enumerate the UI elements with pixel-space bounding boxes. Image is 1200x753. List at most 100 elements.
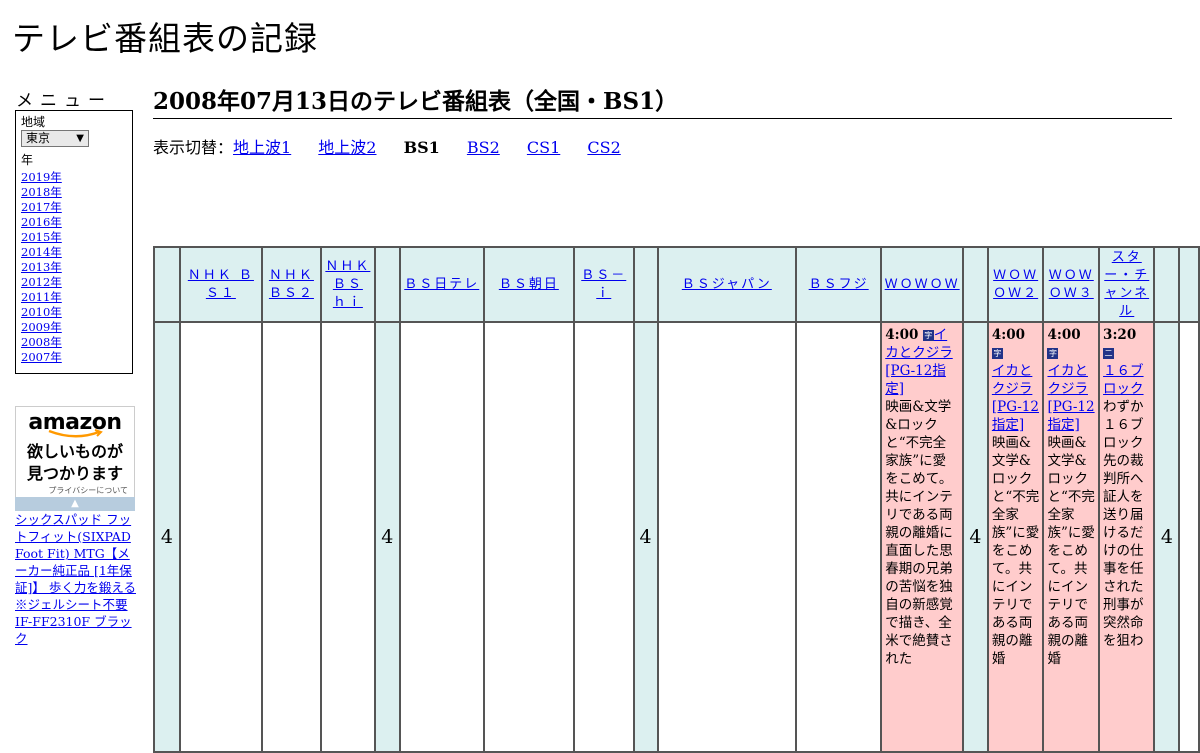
program-cell-wowow: 4:00 字イカとクジラ [PG-12指定] 映画&文学&ロックと“不完全家族”… [880,321,965,753]
menu-label: メニュー [16,91,112,111]
year-label: 年 [21,153,34,167]
channel-link-bs-japan[interactable]: ＢＳジャパン [682,277,772,292]
hour-cell: 4 [373,321,401,753]
year-link[interactable]: 2019年 [21,170,62,184]
hour-row: 4 4 4 4:00 字イカとクジラ [PG-12指定] 映画&文学&ロックと“… [153,321,1200,753]
program-description: 映画&文学&ロックと“不完全家族”に愛をこめて。共にインテリである両親の離婚 [991,435,1040,667]
program-time: 4:00 [991,327,1026,343]
channel-header: ＷＯＷＯＷ [880,246,965,323]
header-spacer [962,246,989,323]
program-cell-empty [398,321,485,753]
chevron-down-icon: ▼ [76,133,84,144]
channel-header: ＮＨＫ ＢＳ２ [260,246,322,323]
channel-link-nhk-bs1[interactable]: ＮＨＫ ＢＳ１ [188,268,254,301]
program-time: 4:00 [1047,327,1081,343]
year-link[interactable]: 2007年 [21,350,62,364]
channel-header: ＢＳ－ｉ [572,246,635,323]
channel-header: ＮＨＫ ＢＳ１ [178,246,263,323]
year-list: 2019年 2018年 2017年 2016年 2015年 2014年 2013… [21,170,127,365]
year-link[interactable]: 2018年 [21,185,62,199]
channel-link-wowow2[interactable]: ＷＯＷＯＷ２ [993,268,1038,301]
hour-cell: 4 [962,321,989,753]
hour-cell: 4 [153,321,181,753]
switch-link-bs2[interactable]: BS2 [467,138,500,157]
program-description: 映画&文学&ロックと“不完全家族”に愛をこめて。共にインテリである両親の離婚 [1047,435,1095,667]
program-cell-wowow3: 4:00 字 イカとクジラ [PG-12指定] 映画&文学&ロックと“不完全家族… [1042,321,1101,753]
bilingual-icon: 二 [1103,348,1115,359]
header-spacer [373,246,401,323]
channel-link-bs-i[interactable]: ＢＳ－ｉ [581,268,626,301]
program-description: わずか１６ブロック先の裁判所へ証人を送り届けるだけの仕事を任された刑事が突然命を… [1103,399,1144,649]
program-cell-wowow2: 4:00 字 イカとクジラ [PG-12指定] 映画&文学&ロックと“不完全家族… [986,321,1045,753]
ad-tagline-2: 見つかります [26,464,123,483]
subtitle-icon: 字 [991,348,1003,359]
year-link[interactable]: 2016年 [21,215,62,229]
program-cell-star-channel: 3:20 二 １６ブロック わずか１６ブロック先の裁判所へ証人を送り届けるだけの… [1098,321,1156,753]
subtitle-icon: 字 [1047,348,1059,359]
channel-link-nhk-bshi[interactable]: ＮＨＫ ＢＳ ｈｉ [325,259,370,310]
site-title: テレビ番組表の記録 [12,19,318,58]
channel-header: ＢＳ朝日 [482,246,575,323]
switch-link-terrestrial1[interactable]: 地上波1 [233,138,291,157]
year-link[interactable]: 2013年 [21,260,62,274]
amazon-logo: amazon [28,410,122,435]
channel-header: ＷＯＷＯＷ２ [986,246,1045,323]
header-spacer [153,246,181,323]
program-title-link[interactable]: イカとクジラ [992,363,1033,397]
channel-link-bs-ntv[interactable]: ＢＳ日テレ [404,277,479,292]
year-link[interactable]: 2009年 [21,320,62,334]
program-cell-empty [178,321,263,753]
switch-link-terrestrial2[interactable]: 地上波2 [318,138,376,157]
chevron-up-icon: ▲ [71,498,79,509]
year-link[interactable]: 2014年 [21,245,62,259]
year-link[interactable]: 2010年 [21,305,62,319]
program-rating[interactable]: [PG-12指定] [992,399,1039,433]
channel-link-wowow3[interactable]: ＷＯＷＯＷ３ [1049,268,1094,301]
menu-box: 地域 東京 ▼ 年 2019年 2018年 2017年 2016年 2015年 … [15,110,133,374]
header-spacer [1153,246,1181,323]
amazon-ad-banner[interactable]: amazon 欲しいものが 見つかります プライバシーについて [15,406,135,510]
program-title-link[interactable]: １６ブロック [1103,363,1144,397]
year-link[interactable]: 2017年 [21,200,62,214]
program-grid: ＮＨＫ ＢＳ１ ＮＨＫ ＢＳ２ ＮＨＫ ＢＳ ｈｉ ＢＳ日テレ ＢＳ朝日 ＢＳ－… [153,246,1200,753]
program-cell-empty [795,321,883,753]
hour-cell: 4 [1153,321,1181,753]
channel-link-bs-asahi[interactable]: ＢＳ朝日 [499,277,559,292]
year-link[interactable]: 2011年 [21,290,62,304]
switch-link-cs1[interactable]: CS1 [527,138,560,157]
hour-cell: 4 [632,321,659,753]
channel-link-bs-fuji[interactable]: ＢＳフジ [809,277,869,292]
program-time: 4:00 [885,327,919,343]
channel-link-wowow[interactable]: ＷＯＷＯＷ [885,277,960,292]
program-cell-empty [656,321,798,753]
program-cell-empty [482,321,575,753]
ad-product-link[interactable]: シックスパッド フットフィット(SIXPAD Foot Fit) MTG【メーカ… [15,511,137,647]
switch-link-cs2[interactable]: CS2 [587,138,620,157]
ad-privacy-link[interactable]: プライバシーについて [16,485,134,496]
year-link[interactable]: 2008年 [21,335,62,349]
page-heading: 2008年07月13日のテレビ番組表（全国・BS1） [153,82,1172,119]
ad-collapse-bar[interactable]: ▲ [15,497,135,511]
subtitle-icon: 字 [922,330,934,341]
channel-link-star-channel[interactable]: スター・チャンネル [1104,250,1149,319]
year-link[interactable]: 2015年 [21,230,62,244]
region-select[interactable]: 東京 ▼ [21,130,89,147]
channel-header: スター・チャンネル [1098,246,1156,323]
switch-current-bs1: BS1 [403,138,440,157]
program-rating[interactable]: [PG-12指定] [885,363,946,397]
program-cell-empty [572,321,635,753]
channel-header: ＮＨＫ ＢＳ ｈｉ [319,246,376,323]
channel-link-nhk-bs2[interactable]: ＮＨＫ ＢＳ２ [269,268,314,301]
header-spacer [632,246,659,323]
year-link[interactable]: 2012年 [21,275,62,289]
channel-header: ＷＯＷＯＷ３ [1042,246,1101,323]
display-switch: 表示切替：地上波1 地上波2 BS1 BS2 CS1 CS2 [153,134,643,158]
channel-header: ＢＳ日テレ [398,246,485,323]
program-title-link[interactable]: イカとクジラ [1047,363,1088,397]
program-cell-empty [319,321,376,753]
channel-header: ＢＳジャパン [656,246,798,323]
program-rating[interactable]: [PG-12指定] [1047,399,1094,433]
ad-tagline-1: 欲しいものが [26,442,123,461]
program-time: 3:20 [1103,327,1137,343]
program-cell-empty [1178,321,1200,753]
